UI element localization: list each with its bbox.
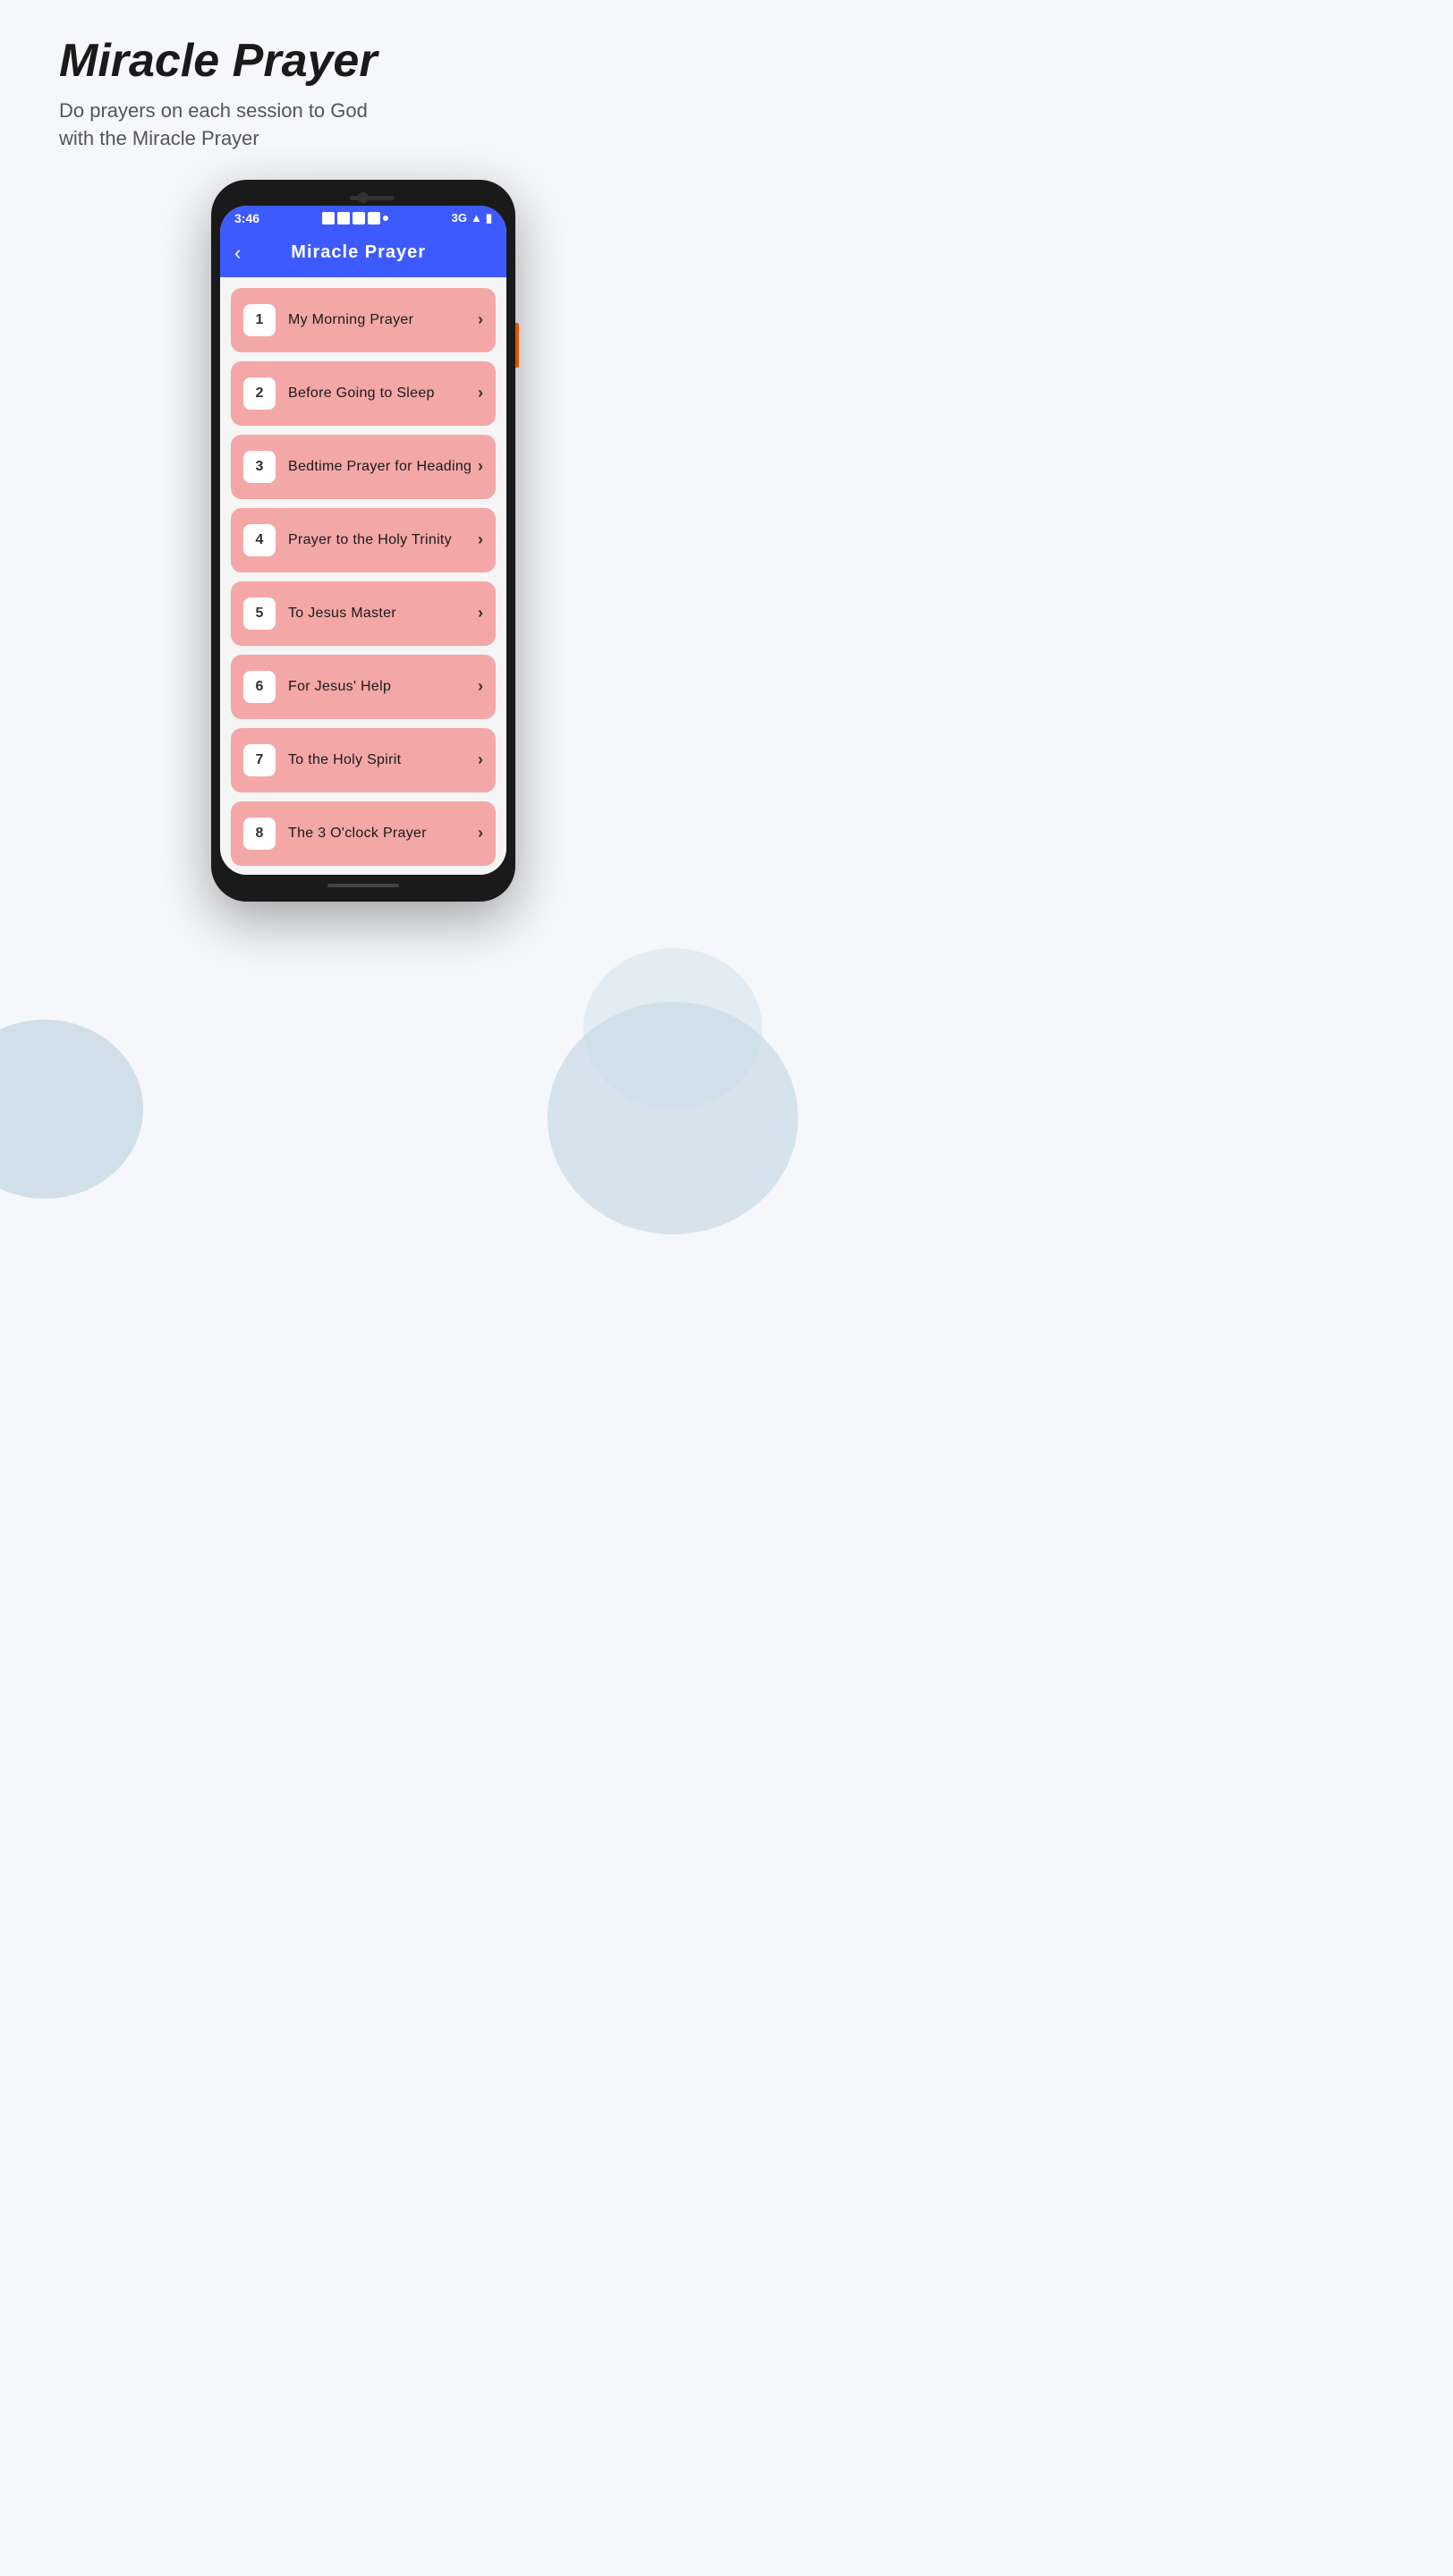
- prayer-item-arrow: ›: [478, 457, 483, 476]
- page-subtitle: Do prayers on each session to Godwith th…: [59, 97, 667, 153]
- status-bar: 3:46 3G ▲ ▮: [220, 206, 506, 229]
- prayer-item-label: Prayer to the Holy Trinity: [288, 532, 478, 548]
- prayer-item-label: To the Holy Spirit: [288, 752, 478, 768]
- sq2: [337, 212, 350, 225]
- prayer-item[interactable]: 2 Before Going to Sleep›: [231, 361, 496, 426]
- prayer-item[interactable]: 5 To Jesus Master›: [231, 581, 496, 646]
- prayer-item-arrow: ›: [478, 384, 483, 402]
- home-indicator: [327, 884, 399, 887]
- page-header: Miracle Prayer Do prayers on each sessio…: [59, 36, 667, 153]
- status-time: 3:46: [234, 211, 259, 225]
- battery-icon: ▮: [486, 211, 492, 225]
- prayer-item-label: Before Going to Sleep: [288, 386, 478, 402]
- phone-camera: [358, 192, 369, 203]
- prayer-item-number: 4: [243, 524, 276, 556]
- signal-icon: ▲: [471, 211, 482, 225]
- phone-frame: 3:46 3G ▲ ▮ ‹ Miracle Prayer 1 My Morning…: [211, 180, 515, 902]
- app-header: ‹ Miracle Prayer: [220, 229, 506, 277]
- prayer-item-number: 1: [243, 304, 276, 336]
- power-button: [515, 323, 519, 368]
- prayer-item-number: 2: [243, 377, 276, 410]
- prayer-item-number: 8: [243, 818, 276, 850]
- background-blob-right2: [583, 948, 762, 1109]
- prayer-item-arrow: ›: [478, 750, 483, 769]
- page-title: Miracle Prayer: [59, 36, 667, 87]
- phone-bottom: [220, 875, 506, 893]
- prayer-item-label: To Jesus Master: [288, 606, 478, 622]
- status-squares: [322, 212, 388, 225]
- prayer-item-number: 3: [243, 451, 276, 483]
- sq1: [322, 212, 335, 225]
- status-icons: 3G ▲ ▮: [452, 211, 492, 225]
- sq4: [368, 212, 380, 225]
- prayer-item[interactable]: 6 For Jesus' Help›: [231, 655, 496, 719]
- status-dot: [383, 216, 388, 221]
- prayer-item-label: My Morning Prayer: [288, 312, 478, 328]
- prayer-item[interactable]: 7 To the Holy Spirit›: [231, 728, 496, 792]
- phone-speaker: [350, 196, 395, 200]
- prayer-item-arrow: ›: [478, 824, 483, 843]
- back-button[interactable]: ‹: [234, 242, 241, 265]
- sq3: [353, 212, 365, 225]
- prayer-list: 1My Morning Prayer›2Before Going to Slee…: [220, 277, 506, 875]
- prayer-item[interactable]: 4 Prayer to the Holy Trinity›: [231, 508, 496, 572]
- prayer-item-label: The 3 O'clock Prayer: [288, 826, 478, 842]
- prayer-item[interactable]: 3 Bedtime Prayer for Heading›: [231, 435, 496, 499]
- network-label: 3G: [452, 211, 467, 225]
- prayer-item-arrow: ›: [478, 604, 483, 623]
- phone-top: [220, 189, 506, 206]
- prayer-item-number: 6: [243, 671, 276, 703]
- prayer-item-label: For Jesus' Help: [288, 679, 478, 695]
- prayer-item-arrow: ›: [478, 530, 483, 549]
- prayer-item-number: 5: [243, 597, 276, 630]
- app-header-title: Miracle Prayer: [251, 242, 465, 263]
- prayer-item-arrow: ›: [478, 310, 483, 329]
- prayer-item-number: 7: [243, 744, 276, 776]
- phone-screen: 3:46 3G ▲ ▮ ‹ Miracle Prayer 1 My Morning…: [220, 206, 506, 875]
- prayer-item[interactable]: 8 The 3 O'clock Prayer›: [231, 801, 496, 866]
- prayer-item-arrow: ›: [478, 677, 483, 696]
- prayer-item[interactable]: 1 My Morning Prayer›: [231, 288, 496, 352]
- prayer-item-label: Bedtime Prayer for Heading: [288, 459, 478, 475]
- background-blob-left: [0, 1020, 143, 1199]
